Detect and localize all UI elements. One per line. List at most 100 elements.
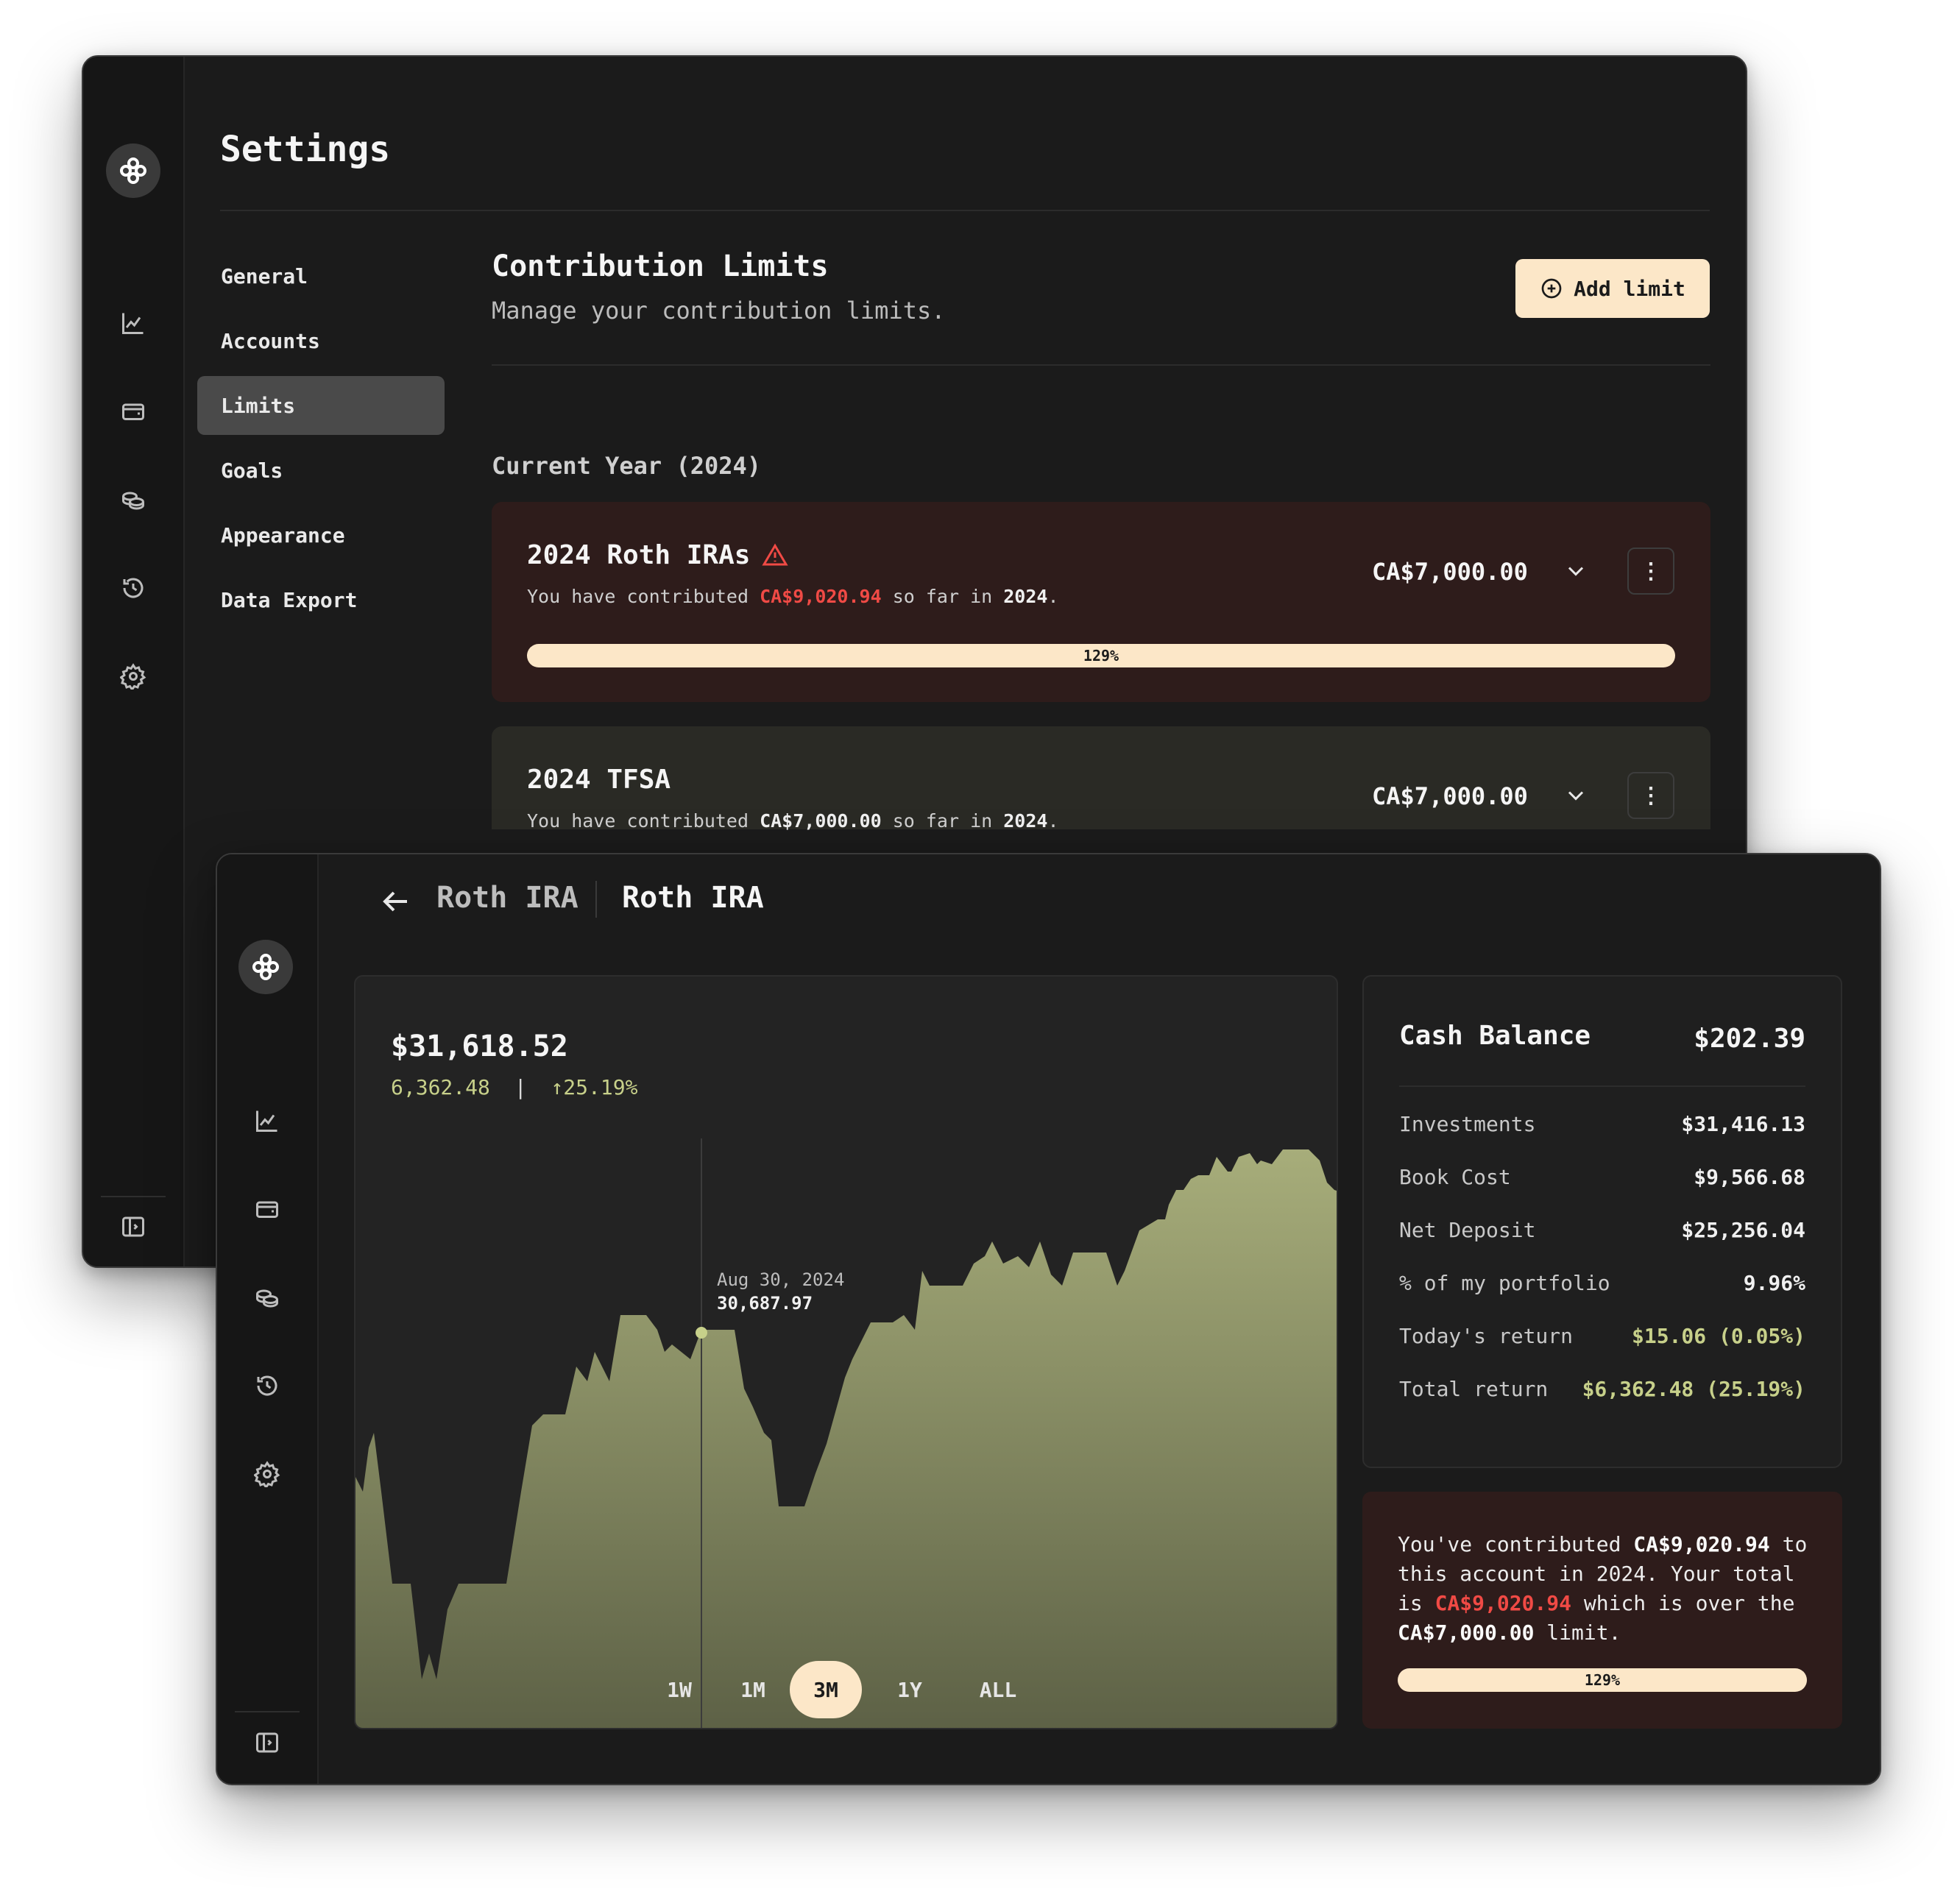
limit-progress-bar: 129% bbox=[527, 644, 1675, 667]
desc-year: 2024 bbox=[1003, 810, 1048, 832]
settings-gear-icon[interactable] bbox=[250, 1456, 285, 1492]
desc-mid: so far in bbox=[881, 810, 1004, 832]
chart-icon[interactable] bbox=[116, 305, 151, 341]
title-divider bbox=[220, 210, 1710, 211]
nav-item-general[interactable]: General bbox=[197, 247, 445, 305]
contributed-amount: CA$9,020.94 bbox=[760, 586, 882, 607]
desc-mid: so far in bbox=[881, 586, 1004, 607]
limit-title: 2024 Roth IRAs bbox=[527, 540, 789, 570]
warning-contributed: CA$9,020.94 bbox=[1633, 1532, 1770, 1556]
rail-divider bbox=[235, 1711, 300, 1712]
limit-options-button[interactable]: ⋮ bbox=[1627, 772, 1674, 819]
range-1w-button[interactable]: 1W bbox=[643, 1661, 716, 1718]
tooltip-value: 30,687.97 bbox=[717, 1293, 813, 1314]
performance-chart-card: Aug 30, 2024 30,687.97 $31,618.52 6,362.… bbox=[354, 975, 1338, 1729]
limit-description: You have contributed CA$9,020.94 so far … bbox=[527, 586, 1059, 607]
limit-card-roth: 2024 Roth IRAs You have contributed CA$9… bbox=[492, 502, 1710, 702]
contribution-warning-card: You've contributed CA$9,020.94 to this a… bbox=[1362, 1492, 1842, 1729]
warning-progress-bar: 129% bbox=[1398, 1668, 1807, 1692]
app-logo-icon[interactable] bbox=[106, 144, 160, 198]
limit-description: You have contributed CA$7,000.00 so far … bbox=[527, 810, 1059, 832]
nav-item-data-export[interactable]: Data Export bbox=[197, 570, 445, 629]
section-divider bbox=[492, 364, 1710, 366]
desc-suffix: . bbox=[1047, 810, 1059, 832]
limit-amount: CA$7,000.00 bbox=[1372, 782, 1528, 810]
stat-total-return: Total return $6,362.48 (25.19%) bbox=[1399, 1377, 1805, 1401]
stat-value: $15.06 (0.05%) bbox=[1631, 1324, 1805, 1348]
chevron-down-icon[interactable] bbox=[1563, 782, 1589, 809]
stat-book-cost: Book Cost $9,566.68 bbox=[1399, 1165, 1805, 1189]
stat-label: Net Deposit bbox=[1399, 1218, 1536, 1242]
add-limit-button[interactable]: Add limit bbox=[1515, 259, 1710, 318]
breadcrumb-parent[interactable]: Roth IRA bbox=[436, 881, 579, 915]
stat-portfolio-share: % of my portfolio 9.96% bbox=[1399, 1271, 1805, 1295]
tooltip-date: Aug 30, 2024 bbox=[717, 1269, 844, 1290]
expand-sidebar-icon[interactable] bbox=[250, 1725, 285, 1760]
stat-value: 9.96% bbox=[1743, 1271, 1805, 1295]
desc-prefix: You have contributed bbox=[527, 810, 760, 832]
time-range-selector: 1W 1M 3M 1Y ALL bbox=[643, 1661, 1039, 1718]
chart-icon[interactable] bbox=[250, 1103, 285, 1138]
range-1y-button[interactable]: 1Y bbox=[862, 1661, 958, 1718]
stat-label: Book Cost bbox=[1399, 1165, 1511, 1189]
stat-value: $25,256.04 bbox=[1681, 1218, 1805, 1242]
balance-divider bbox=[1399, 1085, 1805, 1087]
back-arrow-icon[interactable] bbox=[378, 884, 413, 919]
balance-card: Cash Balance $202.39 Investments $31,416.… bbox=[1362, 975, 1842, 1468]
app-rail bbox=[217, 854, 319, 1784]
breadcrumb-current: Roth IRA bbox=[622, 881, 764, 915]
history-icon[interactable] bbox=[250, 1368, 285, 1403]
breadcrumb-divider bbox=[595, 881, 597, 918]
warning-limit: CA$7,000.00 bbox=[1398, 1620, 1535, 1645]
settings-gear-icon[interactable] bbox=[116, 659, 151, 694]
stat-value: $31,416.13 bbox=[1681, 1112, 1805, 1136]
year-heading: Current Year (2024) bbox=[492, 452, 762, 480]
section-title: Contribution Limits bbox=[492, 249, 829, 283]
app-logo-icon[interactable] bbox=[238, 940, 293, 994]
cash-balance-label: Cash Balance bbox=[1399, 1021, 1591, 1051]
account-window: Roth IRA Roth IRA Aug 30, 2024 30,687.97… bbox=[216, 853, 1881, 1785]
desc-prefix: You have contributed bbox=[527, 586, 760, 607]
warning-text-1: You've contributed bbox=[1398, 1532, 1634, 1556]
coins-icon[interactable] bbox=[250, 1280, 285, 1315]
nav-item-goals[interactable]: Goals bbox=[197, 441, 445, 500]
section-subtitle: Manage your contribution limits. bbox=[492, 297, 946, 325]
desc-suffix: . bbox=[1047, 586, 1059, 607]
warning-text-4: limit. bbox=[1534, 1620, 1621, 1645]
warning-text-3: which is over the bbox=[1571, 1591, 1795, 1615]
stat-label: Total return bbox=[1399, 1377, 1549, 1401]
wallet-icon[interactable] bbox=[250, 1191, 285, 1227]
range-3m-button[interactable]: 3M bbox=[790, 1661, 862, 1718]
nav-item-appearance[interactable]: Appearance bbox=[197, 506, 445, 564]
chart-point-hover[interactable] bbox=[696, 1327, 707, 1339]
stat-net-deposit: Net Deposit $25,256.04 bbox=[1399, 1218, 1805, 1242]
limit-title-text: 2024 Roth IRAs bbox=[527, 540, 751, 570]
contributed-amount: CA$7,000.00 bbox=[760, 810, 882, 832]
chart-area bbox=[355, 1149, 1337, 1728]
change-separator: | bbox=[514, 1075, 527, 1099]
change-absolute: 6,362.48 bbox=[391, 1075, 490, 1099]
nav-item-accounts[interactable]: Accounts bbox=[197, 311, 445, 370]
limit-title-text: 2024 TFSA bbox=[527, 765, 671, 795]
stat-value: $6,362.48 (25.19%) bbox=[1582, 1377, 1805, 1401]
limit-options-button[interactable]: ⋮ bbox=[1627, 548, 1674, 595]
plus-circle-icon bbox=[1541, 278, 1562, 299]
page-title: Settings bbox=[220, 129, 391, 170]
nav-item-limits[interactable]: Limits bbox=[197, 376, 445, 435]
rail-divider bbox=[101, 1196, 166, 1197]
range-1m-button[interactable]: 1M bbox=[716, 1661, 790, 1718]
desc-year: 2024 bbox=[1003, 586, 1048, 607]
contribution-warning-text: You've contributed CA$9,020.94 to this a… bbox=[1398, 1530, 1810, 1648]
range-all-button[interactable]: ALL bbox=[958, 1661, 1039, 1718]
stat-label: Investments bbox=[1399, 1112, 1536, 1136]
history-icon[interactable] bbox=[116, 570, 151, 606]
stat-todays-return: Today's return $15.06 (0.05%) bbox=[1399, 1324, 1805, 1348]
expand-sidebar-icon[interactable] bbox=[116, 1209, 151, 1244]
account-change: 6,362.48 | ↑25.19% bbox=[391, 1075, 637, 1099]
stat-value: $9,566.68 bbox=[1694, 1165, 1805, 1189]
chevron-down-icon[interactable] bbox=[1563, 558, 1589, 584]
wallet-icon[interactable] bbox=[116, 394, 151, 429]
add-limit-label: Add limit bbox=[1574, 276, 1685, 301]
coins-icon[interactable] bbox=[116, 482, 151, 517]
warning-total: CA$9,020.94 bbox=[1434, 1591, 1572, 1615]
